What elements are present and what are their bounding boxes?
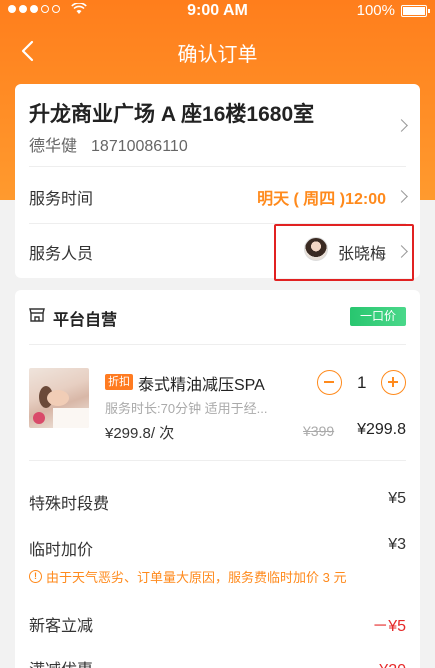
battery-icon [401, 4, 430, 17]
contact-phone: 18710086110 [91, 138, 188, 155]
staff-row[interactable]: 服务人员 张晓梅 [15, 223, 420, 278]
shop-name: 平台自营 [53, 312, 118, 329]
notice-text: 由于天气恶劣、订单量大原因，服务费临时加价 3 元 [46, 570, 347, 585]
battery-percent: 100% [356, 2, 395, 19]
staff-avatar [304, 237, 328, 261]
divider [29, 344, 406, 345]
fee-row: 满减优惠 －¥20 [15, 656, 420, 668]
fixed-price-tag: 一口价 [349, 307, 406, 326]
product-image[interactable] [29, 368, 89, 428]
address-row[interactable]: 升龙商业广场 A 座16楼1680室 德华健 18710086110 [15, 84, 420, 166]
status-bar: 9:00 AM 100% [0, 0, 435, 22]
unit-price: ¥299.8/ 次 [105, 425, 175, 442]
staff-label: 服务人员 [29, 246, 94, 263]
service-time-row[interactable]: 服务时间 明天 ( 周四 )12:00 [15, 168, 420, 223]
original-price: ¥399 [303, 423, 335, 439]
fee-value: －¥5 [372, 618, 406, 635]
fee-label: 临时加价 [29, 542, 94, 559]
fee-row: 特殊时段费 ¥5 [15, 490, 420, 535]
fee-value: ¥3 [388, 536, 406, 553]
divider [29, 166, 406, 167]
chevron-right-icon [395, 245, 408, 258]
decrease-quantity-button[interactable] [317, 370, 342, 395]
staff-name: 张晓梅 [337, 246, 386, 263]
order-detail-card: 平台自营 一口价 折扣 泰式精油减压SPA 服务时长:70分钟 适用于经... … [15, 290, 420, 668]
fee-value: －¥20 [363, 656, 406, 668]
page-title: 确认订单 [177, 44, 258, 66]
contact-name: 德华健 [29, 138, 78, 155]
divider [29, 460, 406, 461]
shop-header: 平台自营 一口价 [15, 290, 420, 344]
navigation-bar: 确认订单 [0, 26, 435, 76]
quantity-value: 1 [357, 373, 367, 392]
fee-value: ¥5 [388, 490, 406, 507]
service-time-value: 明天 ( 周四 )12:00 [257, 191, 386, 208]
surcharge-notice: ! 由于天气恶劣、订单量大原因，服务费临时加价 3 元 [29, 567, 346, 586]
battery-indicator: 100% [356, 2, 430, 19]
chevron-right-icon [395, 119, 408, 132]
fee-label: 新客立减 [29, 618, 94, 635]
address-contact: 德华健 18710086110 [29, 132, 188, 156]
product-meta: 服务时长:70分钟 适用于经... [105, 401, 268, 416]
fee-row: 新客立减 －¥5 [15, 612, 420, 657]
order-info-card: 升龙商业广场 A 座16楼1680室 德华健 18710086110 服务时间 明… [15, 84, 420, 281]
warning-icon: ! [29, 570, 42, 583]
fee-label: 满减优惠 [29, 656, 93, 668]
chevron-right-icon [395, 190, 408, 203]
service-time-label: 服务时间 [29, 191, 94, 208]
increase-quantity-button[interactable] [381, 370, 406, 395]
discount-badge: 折扣 [105, 374, 133, 390]
address-title: 升龙商业广场 A 座16楼1680室 [29, 103, 315, 126]
fee-label: 特殊时段费 [29, 496, 110, 513]
shop-icon [29, 308, 45, 322]
final-price: ¥299.8 [357, 421, 406, 438]
product-name[interactable]: 泰式精油减压SPA [138, 371, 265, 395]
